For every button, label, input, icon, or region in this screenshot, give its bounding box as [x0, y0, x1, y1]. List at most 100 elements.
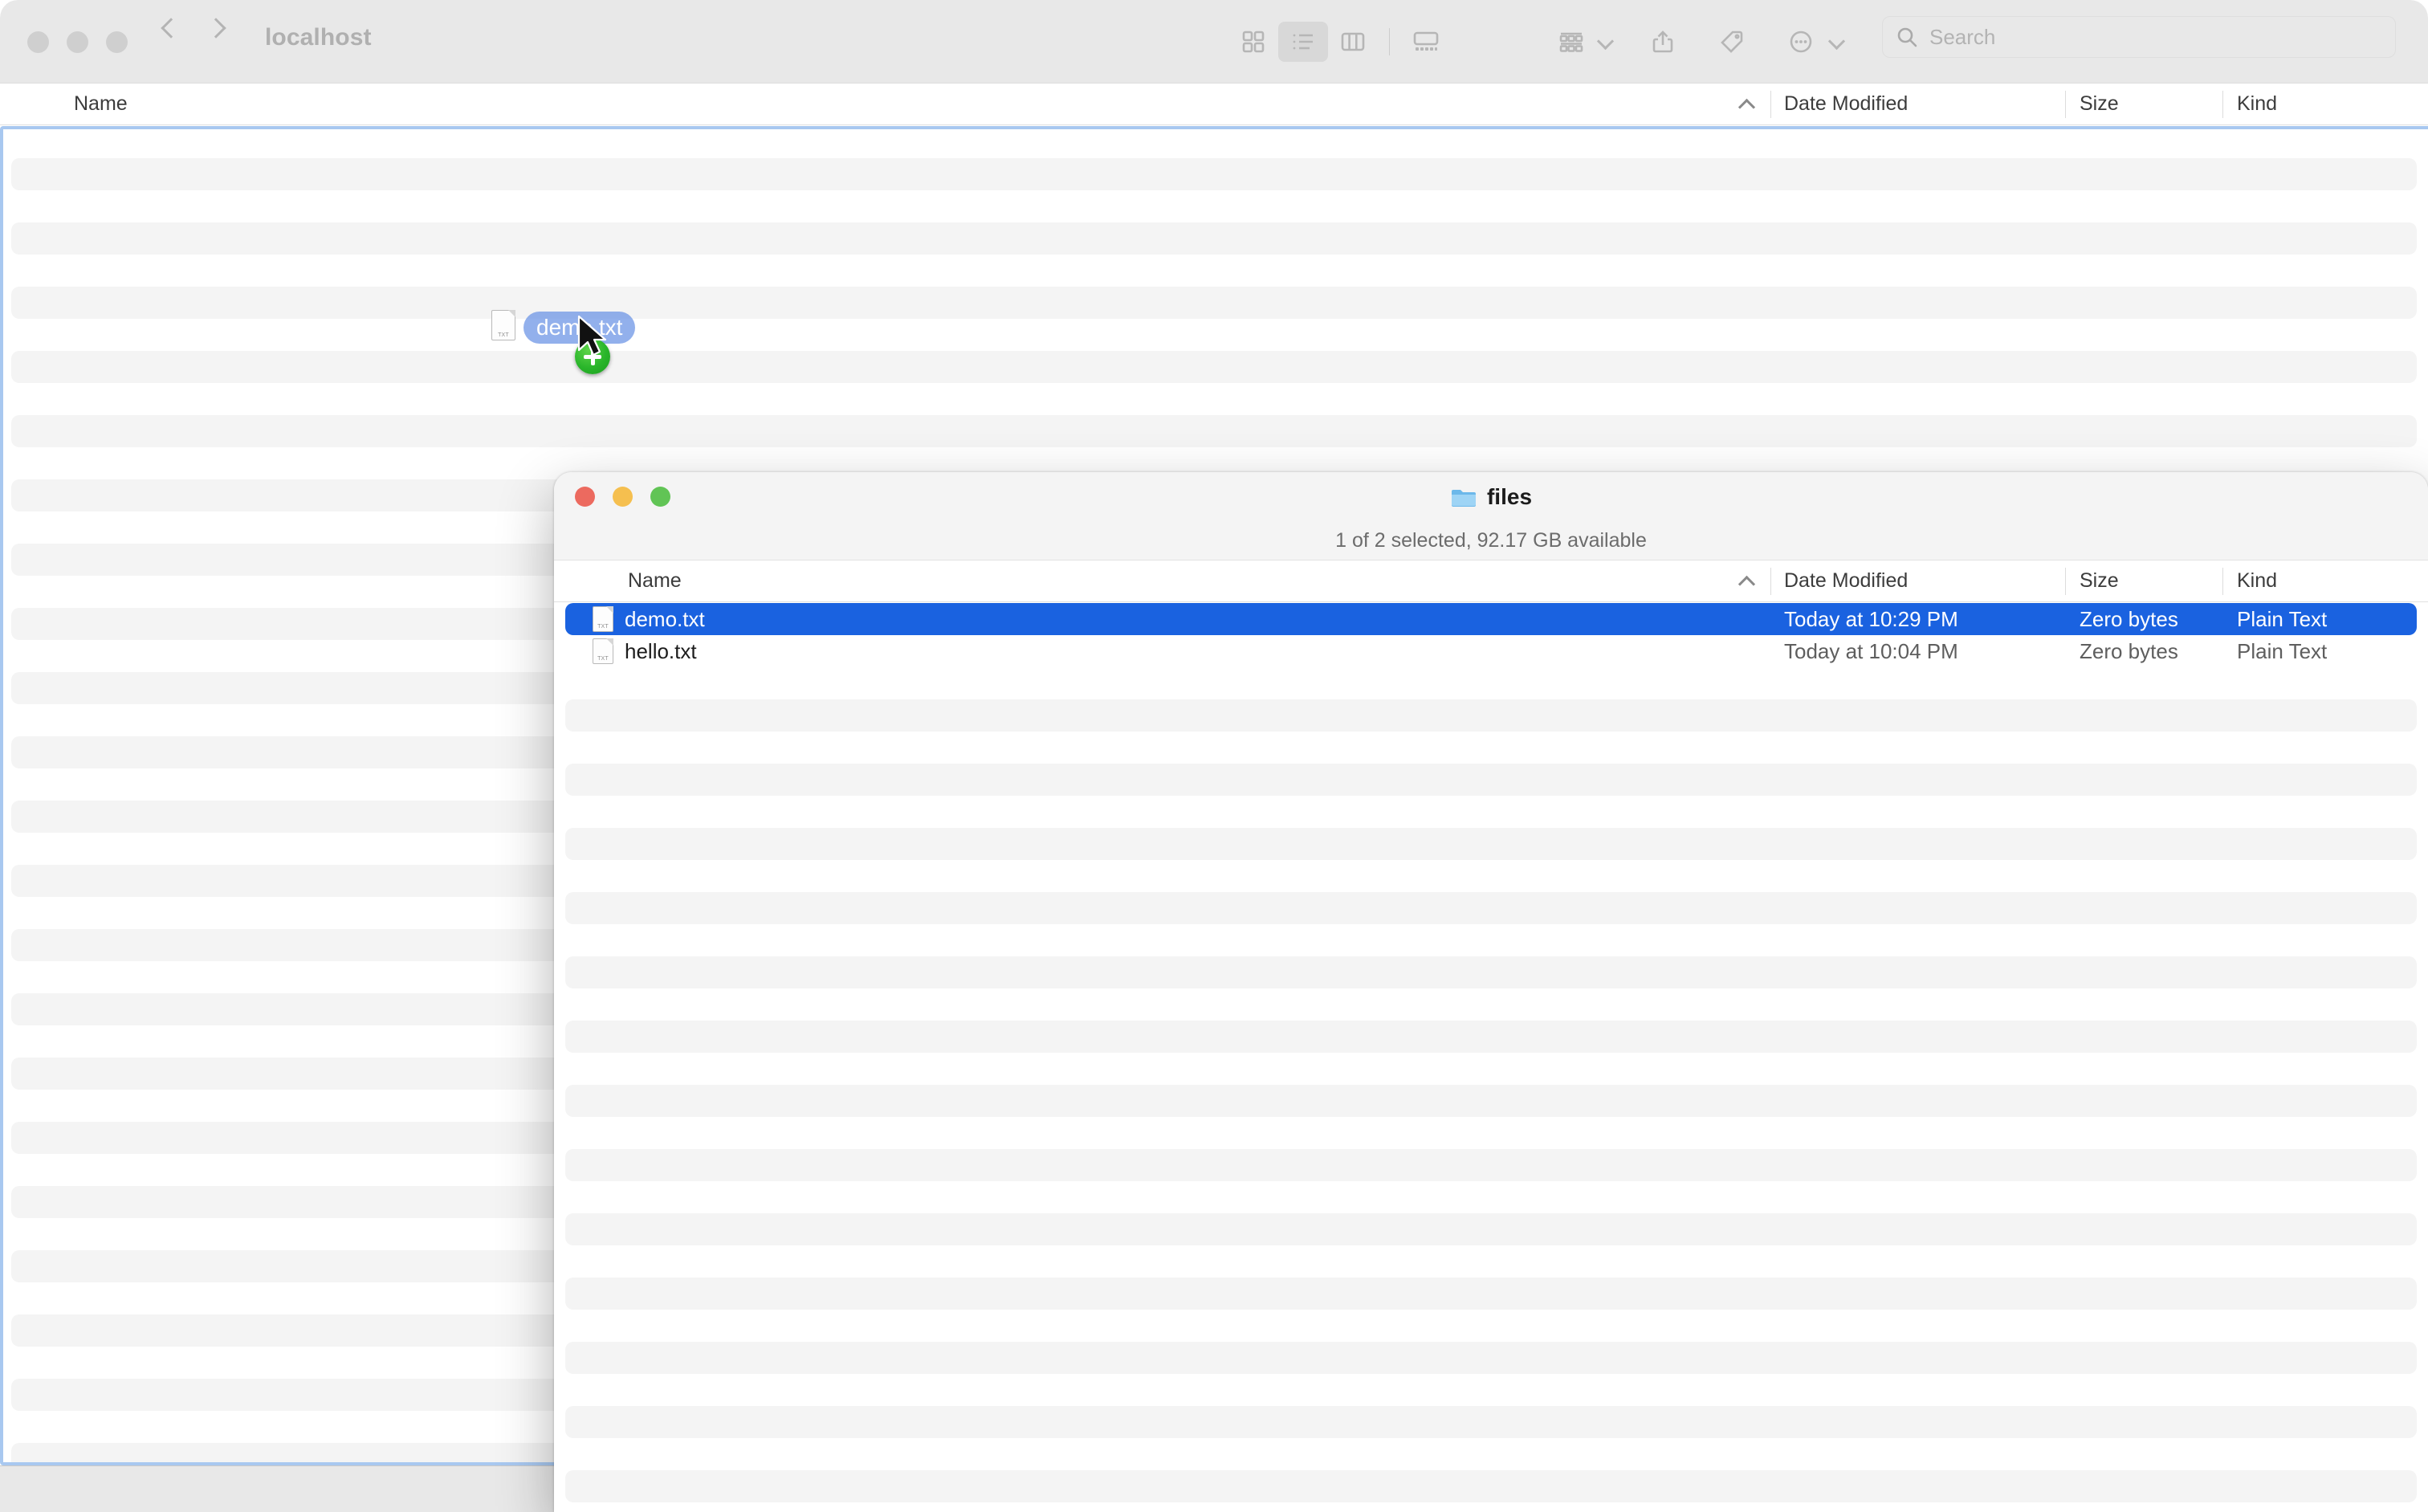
txt-file-icon-label: TXT: [593, 624, 613, 630]
empty-list-row[interactable]: [0, 383, 2428, 415]
column-divider[interactable]: [2065, 568, 2066, 595]
file-name-cell[interactable]: TXTdemo.txt: [593, 606, 705, 632]
table-row[interactable]: TXTdemo.txtToday at 10:29 PMZero bytesPl…: [554, 603, 2428, 635]
empty-list-row[interactable]: [565, 1085, 2417, 1117]
list-icon: [1290, 30, 1316, 54]
empty-list-row[interactable]: [11, 415, 2417, 447]
search-placeholder: Search: [1929, 25, 1995, 50]
column-header-date-modified[interactable]: Date Modified: [1784, 92, 1908, 116]
column-header-name[interactable]: Name: [0, 92, 128, 116]
empty-list-row[interactable]: [554, 1374, 2428, 1406]
view-mode-group[interactable]: [1228, 0, 1451, 84]
toolbar-actions-group[interactable]: [1550, 0, 1845, 84]
column-divider[interactable]: [1770, 91, 1771, 118]
ellipsis-circle-icon: [1787, 28, 1815, 55]
empty-list-row[interactable]: [565, 699, 2417, 732]
cell-date-modified: Today at 10:29 PM: [1784, 607, 1958, 632]
background-traffic-lights[interactable]: [27, 31, 128, 53]
forward-chevron-right-icon[interactable]: [202, 16, 225, 39]
empty-list-row[interactable]: [565, 1342, 2417, 1374]
empty-list-row[interactable]: [565, 764, 2417, 796]
empty-list-row[interactable]: [565, 892, 2417, 924]
column-divider[interactable]: [2222, 91, 2223, 118]
empty-list-row[interactable]: [11, 158, 2417, 190]
columns-icon: [1340, 30, 1366, 54]
front-window-title: files: [1487, 484, 1532, 510]
front-window-titlebar[interactable]: files: [554, 472, 2428, 522]
empty-list-row[interactable]: [554, 1053, 2428, 1085]
empty-list-row[interactable]: [565, 1213, 2417, 1245]
sort-chevron-up-icon[interactable]: [1738, 573, 1754, 589]
empty-list-row[interactable]: [565, 1149, 2417, 1181]
column-divider[interactable]: [1770, 568, 1771, 595]
front-window-title-group: files: [554, 472, 2428, 522]
column-header-date-modified[interactable]: Date Modified: [1784, 569, 1908, 593]
icon-view-button[interactable]: [1228, 22, 1278, 62]
screen: localhost: [0, 0, 2428, 1512]
navigation-buttons[interactable]: [157, 16, 225, 39]
empty-list-row[interactable]: [554, 924, 2428, 956]
txt-file-icon: TXT: [593, 638, 613, 664]
background-window-title: localhost: [265, 24, 372, 51]
empty-list-row[interactable]: [554, 732, 2428, 764]
group-by-chevron-down-icon[interactable]: [1596, 33, 1614, 51]
empty-list-row[interactable]: [554, 796, 2428, 828]
column-divider[interactable]: [2065, 91, 2066, 118]
empty-list-row[interactable]: [554, 1438, 2428, 1470]
sort-chevron-up-icon[interactable]: [1738, 96, 1754, 112]
empty-list-row[interactable]: [11, 351, 2417, 383]
column-header-kind[interactable]: Kind: [2237, 569, 2277, 593]
gallery-view-button[interactable]: [1401, 22, 1451, 62]
empty-list-row[interactable]: [554, 1117, 2428, 1149]
background-window-toolbar: localhost: [0, 0, 2428, 84]
empty-list-row[interactable]: [554, 1310, 2428, 1342]
empty-list-row[interactable]: [565, 828, 2417, 860]
column-header-name[interactable]: Name: [554, 569, 682, 593]
empty-list-row[interactable]: [565, 1278, 2417, 1310]
arrow-cursor: [576, 315, 612, 361]
column-header-size[interactable]: Size: [2080, 569, 2119, 593]
front-file-list[interactable]: TXTdemo.txtToday at 10:29 PMZero bytesPl…: [554, 603, 2428, 1512]
zoom-button[interactable]: [106, 31, 128, 53]
back-chevron-left-icon[interactable]: [157, 16, 180, 39]
front-status-line: 1 of 2 selected, 92.17 GB available: [554, 522, 2428, 560]
column-header-size[interactable]: Size: [2080, 92, 2119, 116]
more-actions-chevron-down-icon[interactable]: [1827, 33, 1845, 51]
group-by-button[interactable]: [1550, 22, 1595, 62]
table-row[interactable]: TXThello.txtToday at 10:04 PMZero bytesP…: [554, 635, 2428, 667]
share-button[interactable]: [1638, 22, 1688, 62]
empty-list-row[interactable]: [554, 1181, 2428, 1213]
list-view-button[interactable]: [1278, 22, 1328, 62]
empty-list-row[interactable]: [0, 190, 2428, 222]
empty-list-row[interactable]: [554, 1245, 2428, 1278]
empty-list-row[interactable]: [11, 222, 2417, 255]
more-actions-button[interactable]: [1776, 22, 1826, 62]
empty-list-row[interactable]: [554, 988, 2428, 1021]
empty-list-row[interactable]: [565, 1021, 2417, 1053]
empty-list-row[interactable]: [554, 667, 2428, 699]
empty-list-row[interactable]: [554, 860, 2428, 892]
tags-button[interactable]: [1707, 22, 1757, 62]
empty-list-row[interactable]: [11, 287, 2417, 319]
empty-list-row[interactable]: [0, 255, 2428, 287]
share-icon: [1651, 29, 1675, 55]
empty-list-row[interactable]: [565, 1406, 2417, 1438]
empty-list-row[interactable]: [0, 126, 2428, 158]
empty-list-row[interactable]: [565, 956, 2417, 988]
search-field[interactable]: Search: [1882, 16, 2396, 58]
txt-file-icon: TXT: [593, 606, 613, 632]
column-view-button[interactable]: [1328, 22, 1378, 62]
cell-size: Zero bytes: [2080, 607, 2178, 632]
column-header-kind[interactable]: Kind: [2237, 92, 2277, 116]
minimize-button[interactable]: [67, 31, 88, 53]
close-button[interactable]: [27, 31, 49, 53]
front-finder-window[interactable]: files 1 of 2 selected, 92.17 GB availabl…: [554, 472, 2428, 1512]
background-column-header[interactable]: Name Date Modified Size Kind: [0, 84, 2428, 125]
empty-list-row[interactable]: [554, 1502, 2428, 1512]
front-column-header[interactable]: Name Date Modified Size Kind: [554, 560, 2428, 602]
empty-list-row[interactable]: [0, 319, 2428, 351]
file-name-cell[interactable]: TXThello.txt: [593, 638, 697, 664]
column-divider[interactable]: [2222, 568, 2223, 595]
grid-icon: [1241, 30, 1265, 54]
empty-list-row[interactable]: [565, 1470, 2417, 1502]
